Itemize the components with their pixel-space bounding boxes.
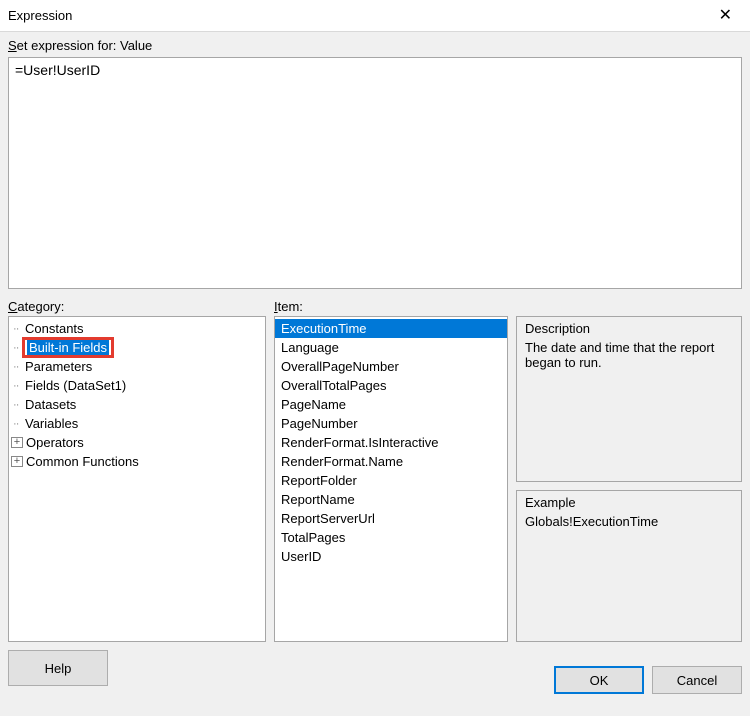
expand-icon[interactable]: + bbox=[11, 456, 23, 467]
item-list-item[interactable]: ReportName bbox=[275, 490, 507, 509]
category-tree-item[interactable]: ··Variables bbox=[9, 414, 265, 433]
example-box: Example Globals!ExecutionTime bbox=[516, 490, 742, 642]
item-list-item[interactable]: ReportFolder bbox=[275, 471, 507, 490]
item-list-item[interactable]: OverallPageNumber bbox=[275, 357, 507, 376]
item-list-item[interactable]: OverallTotalPages bbox=[275, 376, 507, 395]
item-list-item[interactable]: ReportServerUrl bbox=[275, 509, 507, 528]
tree-connector-icon: ·· bbox=[11, 399, 25, 411]
item-list-item[interactable]: PageNumber bbox=[275, 414, 507, 433]
item-list-item[interactable]: PageName bbox=[275, 395, 507, 414]
button-row: Help OK Cancel bbox=[8, 642, 742, 702]
category-tree-item-label: Variables bbox=[25, 416, 78, 431]
tree-connector-icon: ·· bbox=[11, 361, 25, 373]
category-tree-item-label: Constants bbox=[25, 321, 84, 336]
title-bar: Expression ✕ bbox=[0, 0, 750, 32]
category-tree-item-label: Datasets bbox=[25, 397, 76, 412]
right-column: Description The date and time that the r… bbox=[516, 316, 742, 642]
cancel-button[interactable]: Cancel bbox=[652, 666, 742, 694]
category-tree-item[interactable]: ··Parameters bbox=[9, 357, 265, 376]
close-icon[interactable]: ✕ bbox=[711, 4, 740, 28]
item-list-item[interactable]: TotalPages bbox=[275, 528, 507, 547]
tree-connector-icon: ·· bbox=[11, 323, 25, 335]
category-tree-item-label: Fields (DataSet1) bbox=[25, 378, 126, 393]
category-tree-item[interactable]: ··Constants bbox=[9, 319, 265, 338]
item-list-item[interactable]: UserID bbox=[275, 547, 507, 566]
description-box: Description The date and time that the r… bbox=[516, 316, 742, 482]
mid-labels: Category: Item: bbox=[8, 299, 742, 314]
item-list-item[interactable]: ExecutionTime bbox=[275, 319, 507, 338]
tree-connector-icon: ·· bbox=[11, 380, 25, 392]
category-tree-item[interactable]: +Operators bbox=[9, 433, 265, 452]
example-text: Globals!ExecutionTime bbox=[525, 514, 733, 529]
category-tree-item[interactable]: ··Fields (DataSet1) bbox=[9, 376, 265, 395]
category-tree-item-label: Built-in Fields bbox=[27, 340, 109, 355]
category-label: Category: bbox=[8, 299, 266, 314]
item-label: Item: bbox=[274, 299, 508, 314]
category-panel[interactable]: ··Constants ··Built-in Fields ··Paramete… bbox=[8, 316, 266, 642]
expression-text: =User!UserID bbox=[15, 62, 100, 78]
category-tree-item-label: Parameters bbox=[25, 359, 92, 374]
item-list-item[interactable]: Language bbox=[275, 338, 507, 357]
category-tree-item[interactable]: ··Built-in Fields bbox=[9, 338, 265, 357]
item-list-item[interactable]: RenderFormat.IsInteractive bbox=[275, 433, 507, 452]
category-tree-item[interactable]: +Common Functions bbox=[9, 452, 265, 471]
category-tree-item-label: Operators bbox=[26, 435, 84, 450]
description-text: The date and time that the report began … bbox=[525, 340, 733, 370]
description-heading: Description bbox=[525, 321, 733, 336]
category-tree-item[interactable]: ··Datasets bbox=[9, 395, 265, 414]
expand-icon[interactable]: + bbox=[11, 437, 23, 448]
item-panel[interactable]: ExecutionTimeLanguageOverallPageNumberOv… bbox=[274, 316, 508, 642]
help-button[interactable]: Help bbox=[8, 650, 108, 686]
item-list-item[interactable]: RenderFormat.Name bbox=[275, 452, 507, 471]
expression-textarea[interactable]: =User!UserID bbox=[8, 57, 742, 289]
ok-button[interactable]: OK bbox=[554, 666, 644, 694]
tree-connector-icon: ·· bbox=[11, 418, 25, 430]
window-title: Expression bbox=[8, 8, 72, 23]
panels-row: ··Constants ··Built-in Fields ··Paramete… bbox=[8, 316, 742, 642]
dialog-content: Set expression for: Value =User!UserID C… bbox=[0, 32, 750, 716]
set-expression-label: Set expression for: Value bbox=[8, 38, 742, 53]
category-tree-item-label: Common Functions bbox=[26, 454, 139, 469]
example-heading: Example bbox=[525, 495, 733, 510]
